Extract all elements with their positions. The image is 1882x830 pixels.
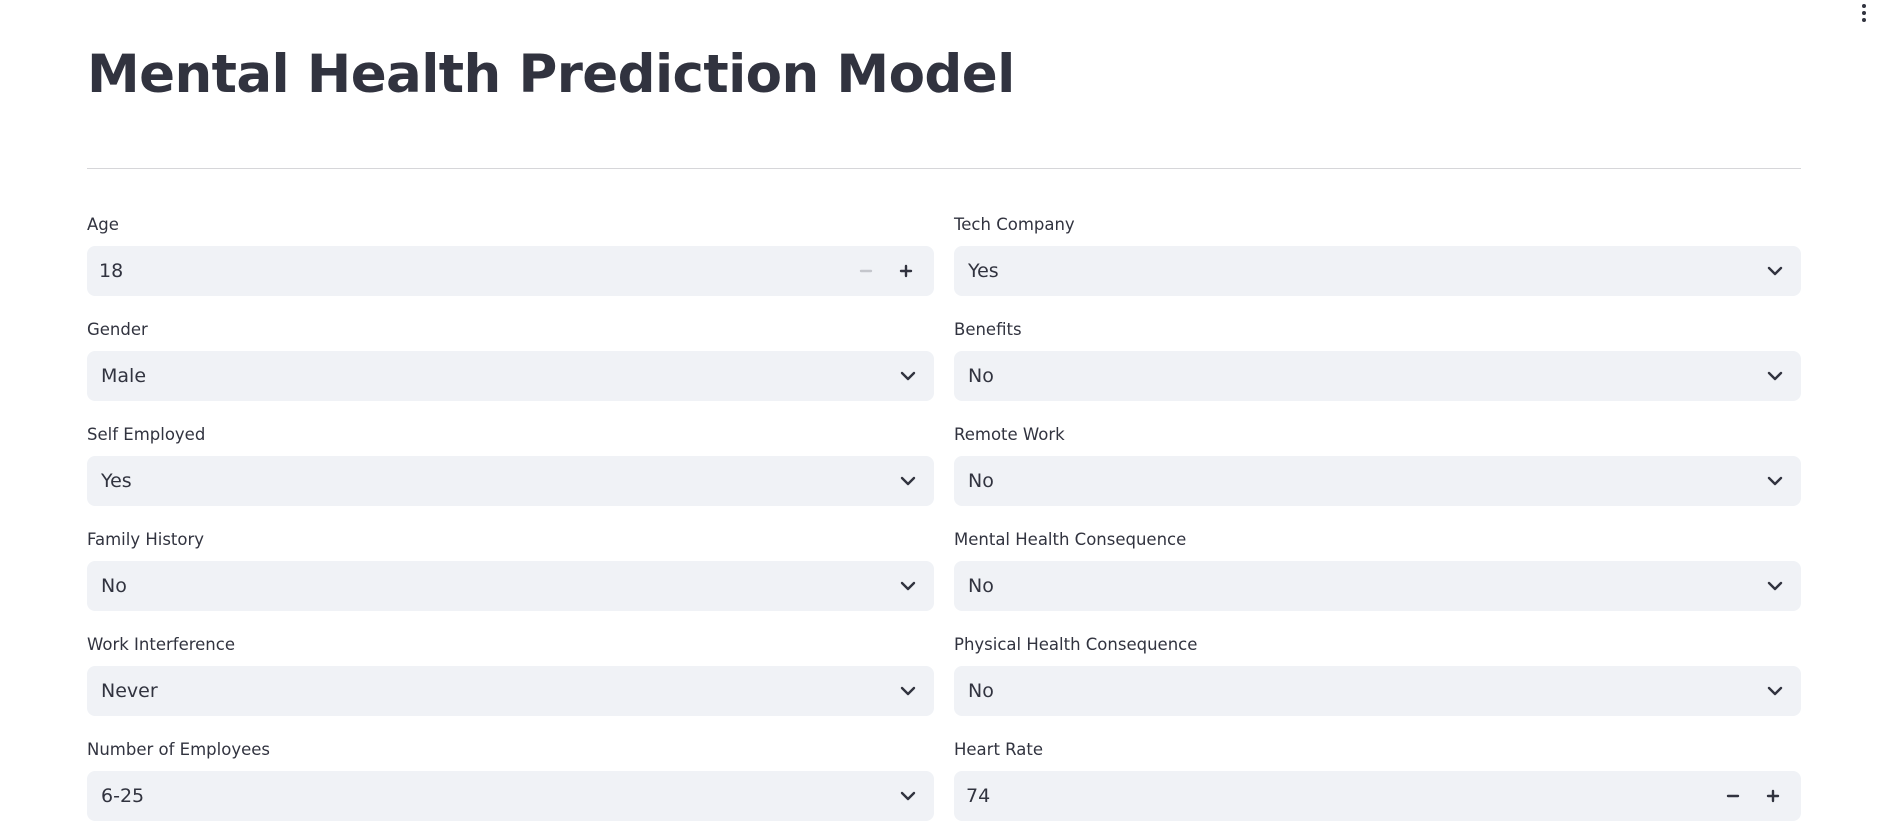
mental-health-consequence-value: No (968, 575, 994, 597)
menu-dot-icon (1862, 11, 1866, 15)
number-of-employees-label: Number of Employees (87, 740, 270, 759)
menu-dot-icon (1862, 18, 1866, 22)
heart-rate-increment-button[interactable] (1753, 776, 1793, 816)
number-of-employees-field: Number of Employees 6-25 (87, 739, 934, 821)
plus-icon (1766, 789, 1780, 803)
self-employed-label: Self Employed (87, 425, 206, 444)
tech-company-select[interactable]: Yes (954, 246, 1801, 296)
work-interference-field: Work Interference Never (87, 634, 934, 716)
family-history-value: No (101, 575, 127, 597)
remote-work-select[interactable]: No (954, 456, 1801, 506)
chevron-down-icon (1765, 681, 1785, 701)
benefits-field: Benefits No (954, 319, 1801, 401)
age-increment-button[interactable] (886, 251, 926, 291)
family-history-field: Family History No (87, 529, 934, 611)
gender-value: Male (101, 365, 147, 387)
app-page: Mental Health Prediction Model Age 18 Te… (0, 0, 1882, 830)
minus-icon (1726, 794, 1740, 798)
mental-health-consequence-select[interactable]: No (954, 561, 1801, 611)
number-of-employees-value: 6-25 (101, 785, 145, 807)
chevron-down-icon (898, 576, 918, 596)
chevron-down-icon (1765, 471, 1785, 491)
benefits-value: No (968, 365, 994, 387)
tech-company-label: Tech Company (954, 215, 1075, 234)
tech-company-field: Tech Company Yes (954, 214, 1801, 296)
divider (87, 168, 1801, 169)
main-menu-button[interactable] (1852, 2, 1876, 24)
chevron-down-icon (898, 681, 918, 701)
family-history-label: Family History (87, 530, 205, 549)
chevron-down-icon (898, 471, 918, 491)
heart-rate-label: Heart Rate (954, 740, 1044, 759)
mental-health-consequence-field: Mental Health Consequence No (954, 529, 1801, 611)
age-label: Age (87, 215, 119, 234)
physical-health-consequence-field: Physical Health Consequence No (954, 634, 1801, 716)
heart-rate-decrement-button[interactable] (1713, 776, 1753, 816)
chevron-down-icon (1765, 366, 1785, 386)
remote-work-value: No (968, 470, 994, 492)
heart-rate-stepper (1713, 776, 1793, 816)
physical-health-consequence-value: No (968, 680, 994, 702)
benefits-label: Benefits (954, 320, 1022, 339)
work-interference-label: Work Interference (87, 635, 235, 654)
self-employed-select[interactable]: Yes (87, 456, 934, 506)
remote-work-field: Remote Work No (954, 424, 1801, 506)
benefits-select[interactable]: No (954, 351, 1801, 401)
remote-work-label: Remote Work (954, 425, 1065, 444)
gender-label: Gender (87, 320, 148, 339)
page-title: Mental Health Prediction Model (87, 44, 1015, 105)
heart-rate-field: Heart Rate 74 (954, 739, 1801, 821)
minus-icon (859, 269, 873, 273)
physical-health-consequence-label: Physical Health Consequence (954, 635, 1198, 654)
gender-select[interactable]: Male (87, 351, 934, 401)
self-employed-field: Self Employed Yes (87, 424, 934, 506)
self-employed-value: Yes (101, 470, 132, 492)
tech-company-value: Yes (968, 260, 999, 282)
age-decrement-button[interactable] (846, 251, 886, 291)
chevron-down-icon (1765, 576, 1785, 596)
mental-health-consequence-label: Mental Health Consequence (954, 530, 1187, 549)
heart-rate-value[interactable]: 74 (966, 785, 1713, 807)
age-field: Age 18 (87, 214, 934, 296)
number-of-employees-select[interactable]: 6-25 (87, 771, 934, 821)
chevron-down-icon (898, 786, 918, 806)
work-interference-select[interactable]: Never (87, 666, 934, 716)
chevron-down-icon (898, 366, 918, 386)
plus-icon (899, 264, 913, 278)
chevron-down-icon (1765, 261, 1785, 281)
age-value[interactable]: 18 (99, 260, 846, 282)
physical-health-consequence-select[interactable]: No (954, 666, 1801, 716)
heart-rate-number-input[interactable]: 74 (954, 771, 1801, 821)
family-history-select[interactable]: No (87, 561, 934, 611)
age-stepper (846, 251, 926, 291)
gender-field: Gender Male (87, 319, 934, 401)
age-number-input[interactable]: 18 (87, 246, 934, 296)
menu-dot-icon (1862, 4, 1866, 8)
work-interference-value: Never (101, 680, 158, 702)
